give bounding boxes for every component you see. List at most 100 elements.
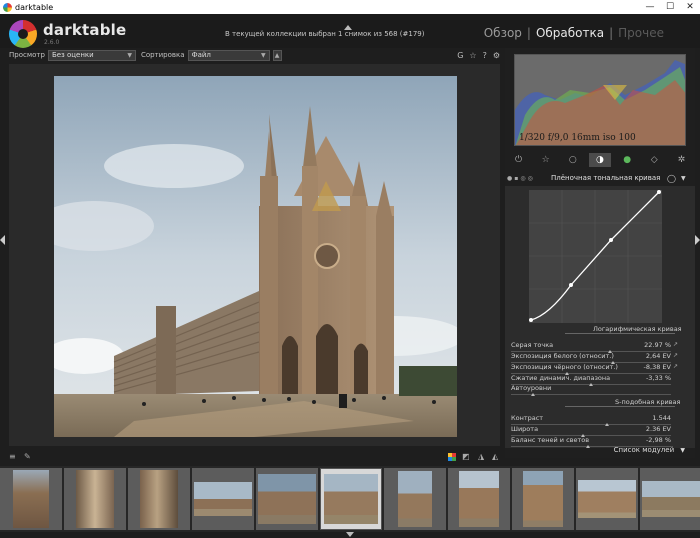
color-assessment-icon[interactable] (448, 453, 456, 461)
filmstrip-thumb[interactable] (384, 468, 446, 530)
softproof-icon[interactable]: ◮ (478, 452, 484, 461)
styles-icon[interactable]: ✎ (24, 452, 31, 461)
chevron-down-icon[interactable]: ▼ (681, 175, 686, 182)
gamut-check-icon[interactable]: ◭ (492, 452, 498, 461)
slider-value: 22.97 % (644, 341, 671, 349)
view-darkroom[interactable]: Обработка (536, 26, 604, 40)
slider-marker[interactable] (531, 393, 536, 396)
filmstrip-thumb[interactable] (64, 468, 126, 530)
view-lighttable[interactable]: Обзор (484, 26, 522, 40)
thumb-image (194, 482, 252, 516)
slider-label: Широта (511, 425, 539, 433)
reset-icon[interactable]: ◎ (520, 175, 525, 182)
thumb-image (258, 474, 316, 524)
filmstrip[interactable] (0, 466, 700, 532)
active-modules-tab-power-icon[interactable]: ⏻ (508, 153, 530, 167)
slider-label: Экспозиция белого (относит.) (511, 352, 614, 360)
picker-icon[interactable]: ↗ (673, 341, 678, 348)
effect-tab-effect-icon[interactable]: ✲ (670, 153, 692, 167)
correct-tab-correct-icon[interactable]: ◇ (643, 153, 665, 167)
rating-filter-value: Без оценки (51, 51, 94, 59)
auto-levels-button[interactable]: Автоуровни (511, 384, 671, 396)
slider-white-exposure[interactable]: Экспозиция белого (относит.) 2,64 EV (511, 352, 671, 364)
slider-value: 2.36 EV (645, 425, 671, 433)
view-switcher: Обзор | Обработка | Прочее (484, 26, 664, 40)
multi-instance-icon[interactable]: ▪ (514, 175, 518, 182)
filmstrip-thumb[interactable] (192, 468, 254, 530)
slider-dynamic-compression[interactable]: Сжатие динамич. диапазона -3,33 % (511, 374, 671, 386)
app-icon (3, 2, 12, 12)
close-button[interactable]: ✕ (680, 0, 700, 14)
slider-shadow-highlight-balance[interactable]: Баланс теней и светов -2,98 % (511, 436, 671, 448)
filmstrip-thumb[interactable] (256, 468, 318, 530)
maximize-button[interactable]: ☐ (660, 0, 680, 14)
view-separator: | (609, 26, 614, 40)
minimize-button[interactable]: — (640, 0, 660, 14)
slider-value: -8,38 EV (643, 363, 671, 371)
module-header[interactable]: ● ▪ ◎ ◎ Плёночная тональная кривая ◯ ▼ (505, 172, 695, 184)
thumb-image (324, 474, 378, 524)
main-photo[interactable] (54, 76, 457, 437)
left-panel-expand-icon[interactable] (0, 235, 5, 245)
chevron-down-icon: ▼ (260, 51, 266, 59)
color-tab-color-icon[interactable]: ● (616, 153, 638, 167)
slider-value: 2,64 EV (645, 352, 671, 360)
mask-icon[interactable]: ◯ (667, 174, 676, 183)
log-section-label: Логарифмическая кривая (593, 325, 682, 333)
chevron-down-icon: ▼ (127, 51, 132, 59)
sort-order-button[interactable]: ▲ (272, 49, 282, 61)
power-icon[interactable]: ● (507, 175, 512, 182)
tone-curve-graph[interactable] (529, 190, 662, 323)
window-title: darktable (15, 2, 54, 12)
slider-latitude[interactable]: Широта 2.36 EV (511, 425, 671, 437)
slider-contrast[interactable]: Контраст 1.544 (511, 414, 671, 426)
picker-icon[interactable]: ↗ (673, 363, 678, 370)
app-header: darktable 2.6.0 В текущей коллекции выбр… (0, 14, 700, 48)
sort-arrow-icon: ▲ (274, 51, 280, 59)
chevron-down-icon: ▼ (680, 447, 685, 454)
slider-label: Сжатие динамич. диапазона (511, 374, 611, 382)
slider-grey-point[interactable]: Серая точка 22.97 % (511, 341, 671, 353)
sort-value: Файл (191, 51, 211, 59)
thumb-image (76, 470, 114, 528)
filmstrip-thumb[interactable] (448, 468, 510, 530)
grouping-icon[interactable]: G (457, 51, 463, 60)
overexposure-icon[interactable]: ◩ (462, 452, 470, 461)
view-other[interactable]: Прочее (618, 26, 664, 40)
view-filter-label: Просмотр (9, 51, 45, 59)
section-divider (565, 333, 675, 334)
slider-value: 1.544 (652, 414, 671, 422)
right-panel-expand-icon[interactable] (695, 235, 700, 245)
star-overlay-icon[interactable]: ☆ (469, 51, 476, 60)
module-list-button[interactable]: Список модулей ▼ (505, 446, 695, 456)
filmstrip-thumb[interactable] (576, 468, 638, 530)
filmstrip-thumb[interactable] (512, 468, 574, 530)
module-group-tabs: ⏻ ☆ ○ ◑ ● ◇ ✲ (505, 152, 695, 168)
quick-access-presets-icon[interactable]: ≡ (9, 452, 16, 461)
filmstrip-thumb[interactable] (128, 468, 190, 530)
thumb-image (13, 470, 49, 528)
darktable-logo (9, 20, 37, 48)
presets-icon[interactable]: ◎ (528, 175, 533, 182)
favorites-tab-star-icon[interactable]: ☆ (535, 153, 557, 167)
sort-select[interactable]: Файл ▼ (187, 49, 270, 61)
picker-icon[interactable]: ↗ (673, 352, 678, 359)
gear-icon[interactable]: ⚙ (493, 51, 500, 60)
help-icon[interactable]: ? (483, 51, 487, 60)
exif-info: 1/320 f/9,0 16mm iso 100 (519, 133, 636, 143)
filmstrip-thumb[interactable] (640, 468, 700, 530)
window-controls: — ☐ ✕ (640, 0, 700, 14)
filmstrip-thumb[interactable] (0, 468, 62, 530)
basic-tab-circle-icon[interactable]: ○ (562, 153, 584, 167)
tone-tab-tone-icon[interactable]: ◑ (588, 153, 611, 167)
filmstrip-thumb-selected[interactable] (320, 468, 382, 530)
version-label: 2.6.0 (44, 39, 60, 46)
filterbar-icons: G ☆ ? ⚙ (457, 51, 500, 60)
module-body: Логарифмическая кривая Серая точка 22.97… (505, 186, 695, 448)
module-title: Плёночная тональная кривая (551, 174, 661, 182)
rating-filter-select[interactable]: Без оценки ▼ (47, 49, 136, 61)
bottom-panel-collapse-icon[interactable] (346, 532, 354, 537)
histogram[interactable]: 1/320 f/9,0 16mm iso 100 (514, 54, 686, 146)
center-view (9, 64, 500, 446)
slider-black-exposure[interactable]: Экспозиция чёрного (относит.) -8,38 EV (511, 363, 671, 375)
